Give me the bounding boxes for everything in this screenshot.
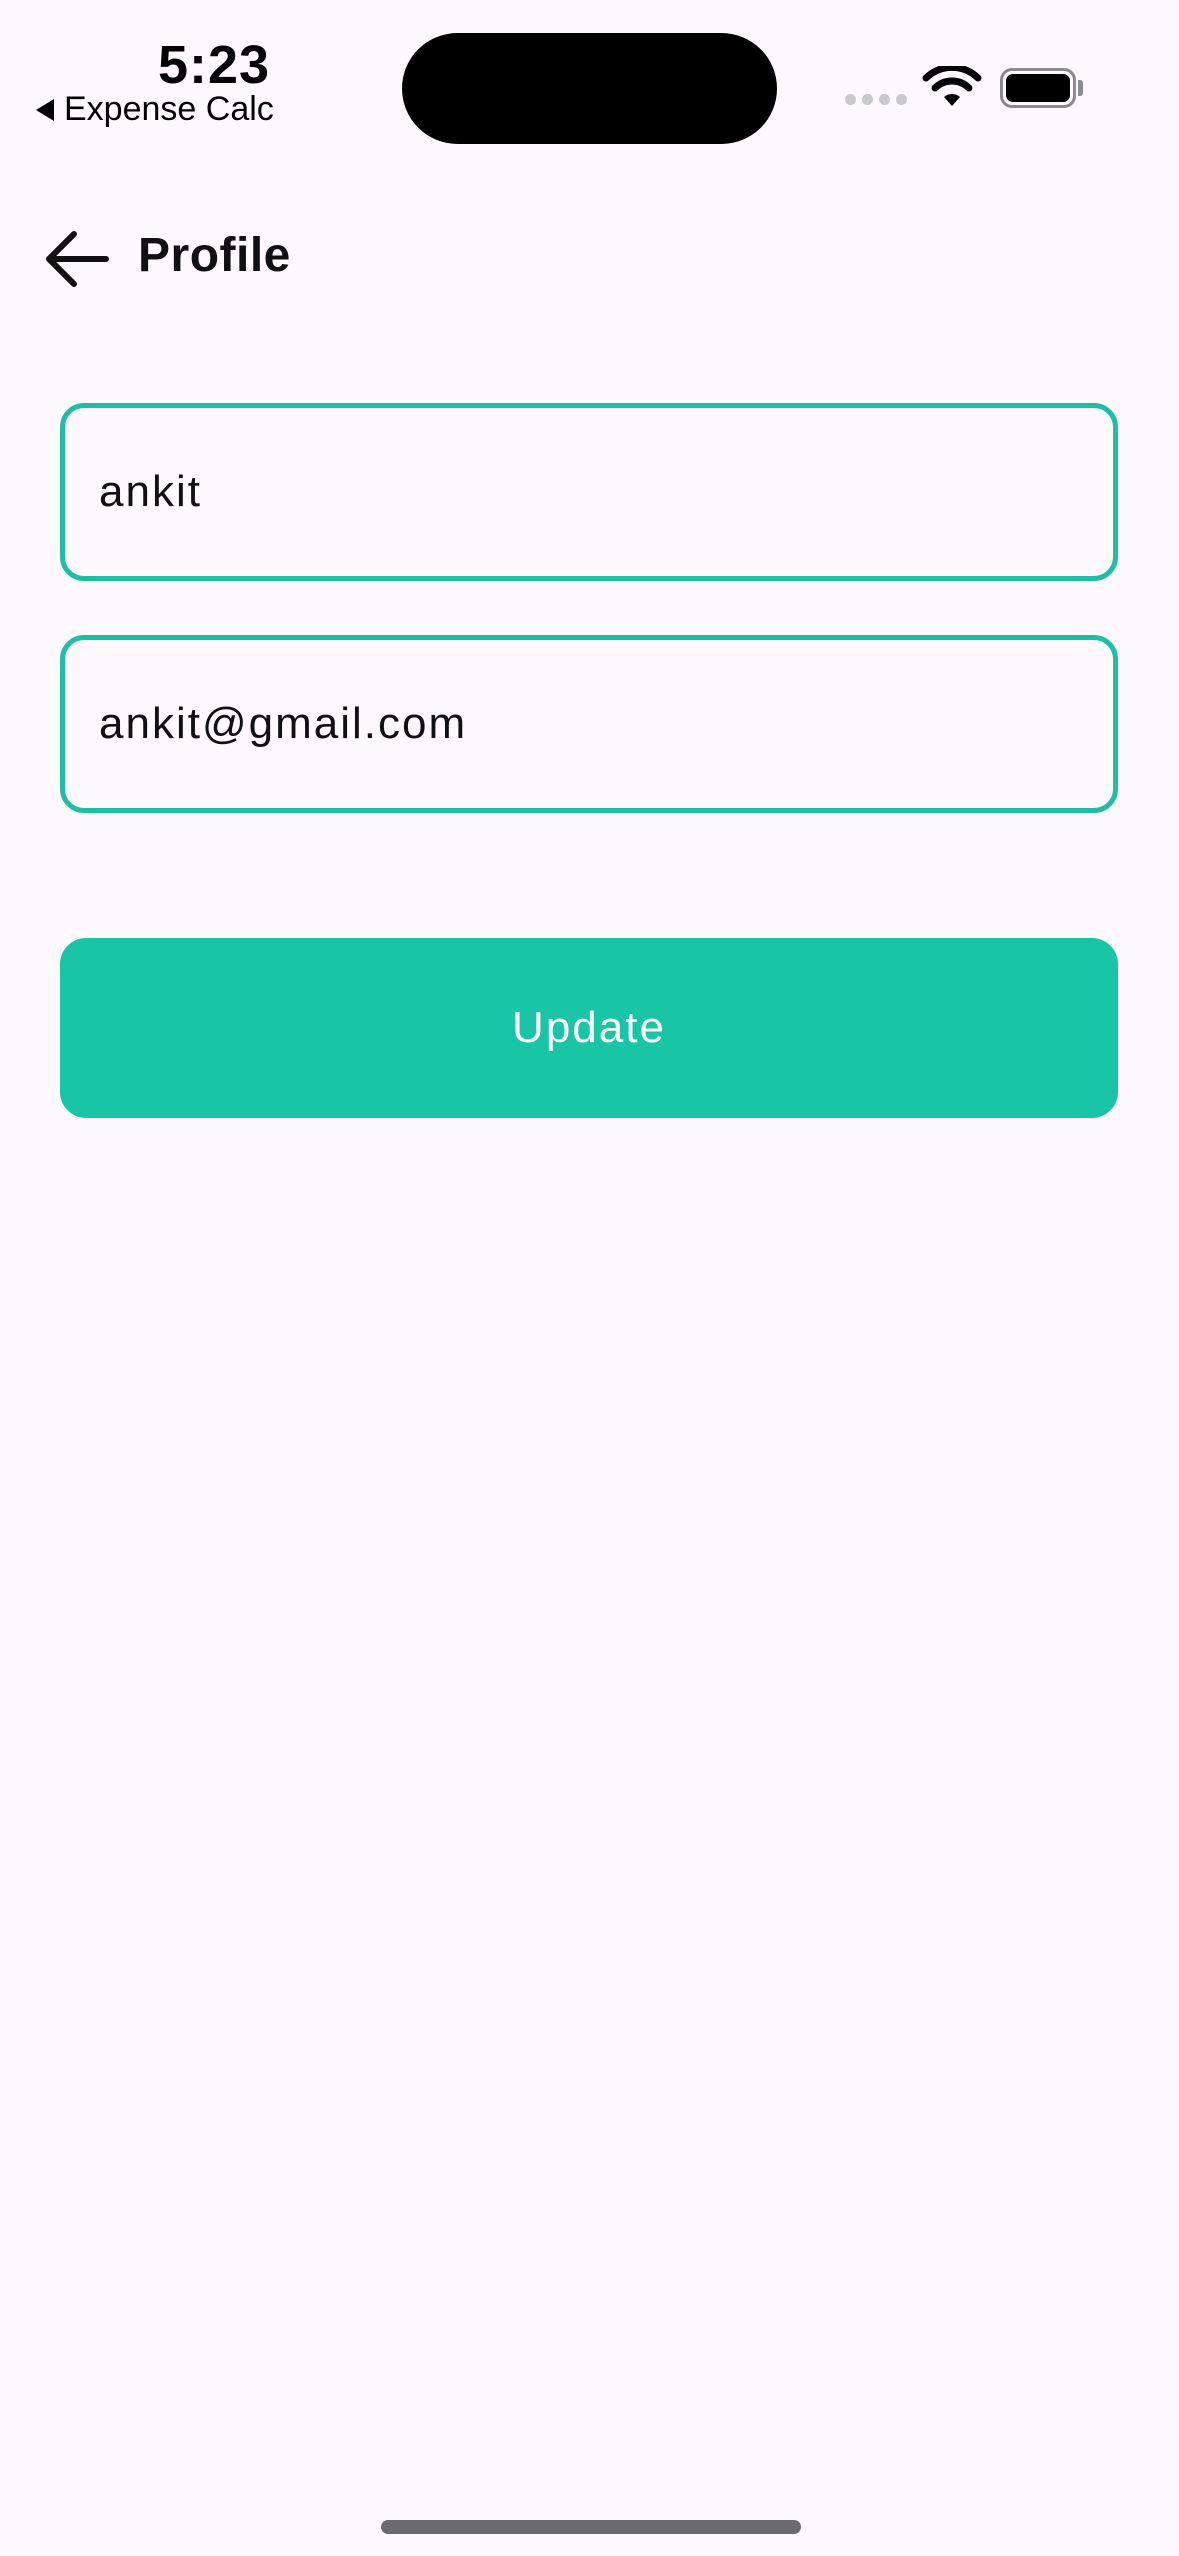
battery-icon xyxy=(1000,68,1076,108)
battery-cap xyxy=(1078,80,1083,96)
cellular-signal-icon xyxy=(845,94,907,105)
back-to-app-link[interactable]: Expense Calc xyxy=(36,90,274,129)
back-triangle-icon xyxy=(36,98,54,121)
wifi-icon xyxy=(922,66,982,106)
home-indicator[interactable] xyxy=(381,2520,801,2534)
name-field[interactable] xyxy=(60,403,1118,581)
email-input[interactable] xyxy=(97,698,1113,750)
update-button[interactable]: Update xyxy=(60,938,1118,1118)
email-field[interactable] xyxy=(60,635,1118,813)
status-time: 5:23 xyxy=(158,35,271,95)
page-title: Profile xyxy=(138,229,291,282)
back-to-app-label: Expense Calc xyxy=(64,90,274,128)
arrow-left-icon[interactable] xyxy=(42,228,112,290)
name-input[interactable] xyxy=(97,466,1113,518)
dynamic-island xyxy=(402,33,777,144)
